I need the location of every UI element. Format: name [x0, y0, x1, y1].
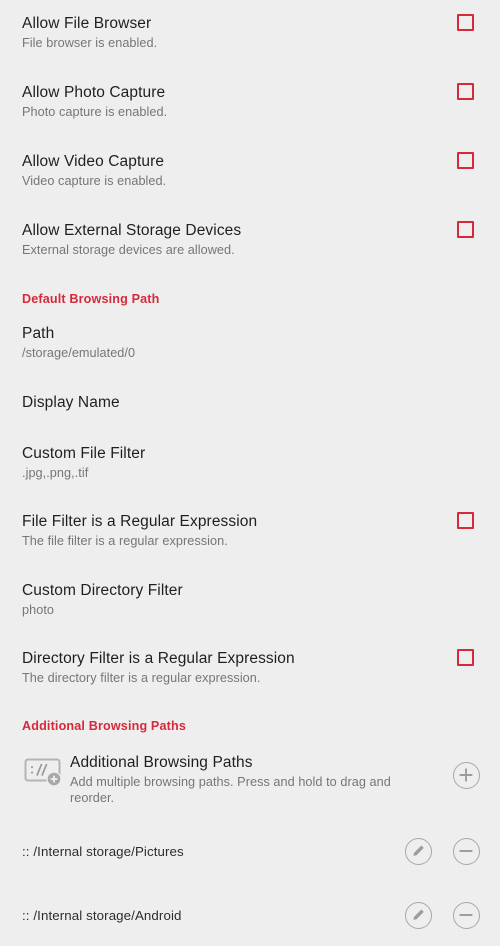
list-item-browsing-path[interactable]: :: /Internal storage/Pictures	[0, 828, 500, 874]
preference-title: Path	[22, 325, 55, 342]
preference-text-group: Additional Browsing Paths Add multiple b…	[70, 752, 442, 806]
preference-additional-browsing-paths[interactable]: Additional Browsing Paths Add multiple b…	[0, 752, 500, 806]
preference-title: Additional Browsing Paths	[70, 754, 253, 771]
checkbox-directory-filter-is-regex[interactable]	[456, 649, 474, 666]
add-path-button[interactable]	[452, 762, 480, 789]
preference-text-group: Custom File Filter .jpg,.png,.tif	[22, 444, 486, 481]
edit-path-button-holder	[394, 901, 442, 929]
preference-title: Allow File Browser	[22, 15, 152, 32]
preference-title: Directory Filter is a Regular Expression	[22, 650, 295, 667]
preference-summary: .jpg,.png,.tif	[22, 466, 89, 480]
preference-text-group: Allow External Storage Devices External …	[22, 221, 444, 258]
checkbox-holder	[444, 14, 486, 31]
preference-title: Allow External Storage Devices	[22, 222, 242, 239]
checkbox-allow-external-storage-devices[interactable]	[456, 221, 474, 238]
edit-path-button-holder	[394, 837, 442, 865]
preference-path[interactable]: Path /storage/emulated/0	[0, 324, 500, 370]
remove-path-button[interactable]	[452, 837, 480, 865]
preference-text-group: Allow File Browser File browser is enabl…	[22, 14, 444, 51]
preference-summary: The directory filter is a regular expres…	[22, 671, 261, 685]
checkbox-holder	[444, 221, 486, 238]
preference-text-group: Allow Video Capture Video capture is ena…	[22, 152, 444, 189]
preference-text-group: Allow Photo Capture Photo capture is ena…	[22, 83, 444, 120]
preference-summary: /storage/emulated/0	[22, 346, 136, 360]
preference-file-filter-is-regex[interactable]: File Filter is a Regular Expression The …	[0, 512, 500, 558]
preference-summary: Video capture is enabled.	[22, 174, 167, 188]
preference-summary: Add multiple browsing paths. Press and h…	[70, 775, 391, 805]
edit-path-button[interactable]	[404, 901, 432, 929]
url-path-add-icon	[18, 752, 70, 792]
preference-custom-file-filter[interactable]: Custom File Filter .jpg,.png,.tif	[0, 444, 500, 490]
preference-allow-video-capture[interactable]: Allow Video Capture Video capture is ena…	[0, 152, 500, 198]
browsing-path-label: :: /Internal storage/Pictures	[22, 843, 184, 859]
preference-text-group: Display Name	[22, 393, 486, 412]
preference-title: Custom File Filter	[22, 445, 146, 462]
remove-path-button-holder	[442, 901, 490, 929]
checkbox-holder	[444, 512, 486, 529]
checkbox-file-filter-is-regex[interactable]	[456, 512, 474, 529]
preference-title: Custom Directory Filter	[22, 582, 183, 599]
preference-summary: The file filter is a regular expression.	[22, 534, 228, 548]
preference-title: Allow Photo Capture	[22, 84, 166, 101]
section-header-additional-browsing-paths: Additional Browsing Paths	[22, 719, 186, 733]
preference-directory-filter-is-regex[interactable]: Directory Filter is a Regular Expression…	[0, 649, 500, 695]
preference-allow-file-browser[interactable]: Allow File Browser File browser is enabl…	[0, 14, 500, 60]
preference-title: Allow Video Capture	[22, 153, 165, 170]
preference-title: File Filter is a Regular Expression	[22, 513, 258, 530]
add-path-button-holder	[442, 752, 490, 789]
preference-text-group: File Filter is a Regular Expression The …	[22, 512, 444, 549]
preference-display-name[interactable]: Display Name	[0, 393, 500, 439]
settings-screen: Allow File Browser File browser is enabl…	[0, 0, 500, 946]
browsing-path-label: :: /Internal storage/Android	[22, 907, 182, 923]
checkbox-holder	[444, 152, 486, 169]
checkbox-holder	[444, 83, 486, 100]
checkbox-holder	[444, 649, 486, 666]
checkbox-allow-photo-capture[interactable]	[456, 83, 474, 100]
preference-allow-external-storage-devices[interactable]: Allow External Storage Devices External …	[0, 221, 500, 267]
preference-summary: File browser is enabled.	[22, 36, 158, 50]
preference-summary: External storage devices are allowed.	[22, 243, 235, 257]
edit-path-button[interactable]	[404, 837, 432, 865]
preference-summary: photo	[22, 603, 54, 617]
preference-text-group: Directory Filter is a Regular Expression…	[22, 649, 444, 686]
preference-title: Display Name	[22, 394, 120, 411]
remove-path-button[interactable]	[452, 901, 480, 929]
preference-summary: Photo capture is enabled.	[22, 105, 168, 119]
preference-allow-photo-capture[interactable]: Allow Photo Capture Photo capture is ena…	[0, 83, 500, 129]
preference-text-group: Custom Directory Filter photo	[22, 581, 486, 618]
checkbox-allow-file-browser[interactable]	[456, 14, 474, 31]
section-header-default-browsing-path: Default Browsing Path	[22, 292, 160, 306]
preference-custom-directory-filter[interactable]: Custom Directory Filter photo	[0, 581, 500, 627]
checkbox-allow-video-capture[interactable]	[456, 152, 474, 169]
preference-text-group: Path /storage/emulated/0	[22, 324, 486, 361]
list-item-browsing-path[interactable]: :: /Internal storage/Android	[0, 892, 500, 938]
remove-path-button-holder	[442, 837, 490, 865]
